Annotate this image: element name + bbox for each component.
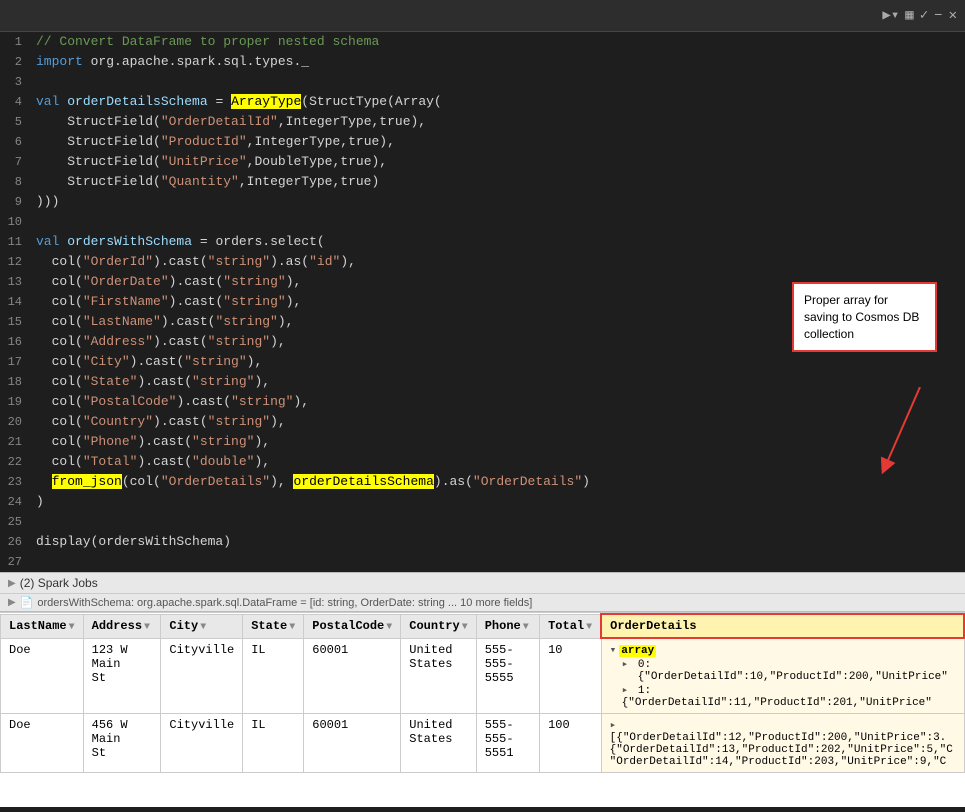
code-line-10: 10 xyxy=(0,212,965,232)
array-item-1[interactable]: ▸ 1: {"OrderDetailId":11,"ProductId":201… xyxy=(622,683,956,709)
col-header-address[interactable]: Address▼ xyxy=(83,614,161,638)
array-expand[interactable]: ▾array xyxy=(610,643,956,657)
code-editor: 1 // Convert DataFrame to proper nested … xyxy=(0,32,965,572)
code-line-24: 24 ) xyxy=(0,492,965,512)
cell-city: Cityville xyxy=(161,638,243,714)
code-line-1: 1 // Convert DataFrame to proper nested … xyxy=(0,32,965,52)
cell-postalcode: 60001 xyxy=(304,638,401,714)
file-icon: 📄 xyxy=(20,596,34,609)
cell-lastname: Doe xyxy=(1,638,84,714)
schema-bar: ▶ 📄 ordersWithSchema: org.apache.spark.s… xyxy=(0,594,965,612)
code-line-21: 21 col("Phone").cast("string"), xyxy=(0,432,965,452)
cell-country: UnitedStates xyxy=(401,714,476,773)
run-icon[interactable]: ▶▾ xyxy=(882,7,899,24)
cell-total: 10 xyxy=(540,638,602,714)
code-line-22: 22 col("Total").cast("double"), xyxy=(0,452,965,472)
code-line-5: 5 StructField("OrderDetailId",IntegerTyp… xyxy=(0,112,965,132)
annotation-arrow xyxy=(855,387,935,477)
col-header-state[interactable]: State▼ xyxy=(243,614,304,638)
code-line-9: 9 ))) xyxy=(0,192,965,212)
col-header-postalcode[interactable]: PostalCode▼ xyxy=(304,614,401,638)
expand-arrow[interactable]: ▶ xyxy=(8,578,16,589)
cell-city: Cityville xyxy=(161,714,243,773)
array-item-0[interactable]: ▸ 0: xyxy=(622,657,956,671)
expand-arrow-2[interactable]: ▶ xyxy=(8,597,16,608)
col-header-phone[interactable]: Phone▼ xyxy=(476,614,539,638)
code-line-3: 3 xyxy=(0,72,965,92)
cell-phone: 555-555-5551 xyxy=(476,714,539,773)
cell-phone: 555-555-5555 xyxy=(476,638,539,714)
minimize-icon[interactable]: − xyxy=(934,8,942,24)
editor-container: ▶▾ ▦ ✓ − ✕ 1 // Convert DataFrame to pro… xyxy=(0,0,965,812)
data-table: LastName▼ Address▼ City▼ State▼ PostalCo… xyxy=(0,613,965,773)
cell-state: IL xyxy=(243,638,304,714)
col-header-orderdetails[interactable]: OrderDetails xyxy=(601,614,964,638)
code-line-17: 17 col("City").cast("string"), xyxy=(0,352,965,372)
toolbar: ▶▾ ▦ ✓ − ✕ xyxy=(0,0,965,32)
code-line-8: 8 StructField("Quantity",IntegerType,tru… xyxy=(0,172,965,192)
code-line-6: 6 StructField("ProductId",IntegerType,tr… xyxy=(0,132,965,152)
col-header-country[interactable]: Country▼ xyxy=(401,614,476,638)
code-line-7: 7 StructField("UnitPrice",DoubleType,tru… xyxy=(0,152,965,172)
check-icon[interactable]: ✓ xyxy=(920,7,928,24)
col-header-total[interactable]: Total▼ xyxy=(540,614,602,638)
cell-lastname: Doe xyxy=(1,714,84,773)
cell-orderdetails[interactable]: ▾array ▸ 0: {"OrderDetailId":10,"Product… xyxy=(601,638,964,714)
table-row: Doe 456 W MainSt Cityville IL 60001 Unit… xyxy=(1,714,965,773)
spark-jobs-bar[interactable]: ▶ (2) Spark Jobs xyxy=(0,572,965,594)
cell-country: UnitedStates xyxy=(401,638,476,714)
chart-icon[interactable]: ▦ xyxy=(905,7,913,24)
code-line-27: 27 xyxy=(0,552,965,572)
code-line-2: 2 import org.apache.spark.sql.types._ xyxy=(0,52,965,72)
code-line-23: 23 from_json(col("OrderDetails"), orderD… xyxy=(0,472,965,492)
spark-jobs-label: (2) Spark Jobs xyxy=(20,576,98,590)
table-row: Doe 123 W MainSt Cityville IL 60001 Unit… xyxy=(1,638,965,714)
cell-state: IL xyxy=(243,714,304,773)
code-line-12: 12 col("OrderId").cast("string").as("id"… xyxy=(0,252,965,272)
cell-address: 456 W MainSt xyxy=(83,714,161,773)
data-table-container[interactable]: LastName▼ Address▼ City▼ State▼ PostalCo… xyxy=(0,612,965,807)
code-line-20: 20 col("Country").cast("string"), xyxy=(0,412,965,432)
cell-total: 100 xyxy=(540,714,602,773)
code-line-25: 25 xyxy=(0,512,965,532)
code-line-4: 4 val orderDetailsSchema = ArrayType(Str… xyxy=(0,92,965,112)
schema-text: ordersWithSchema: org.apache.spark.sql.D… xyxy=(37,597,532,609)
cell-orderdetails[interactable]: ▸ [{"OrderDetailId":12,"ProductId":200,"… xyxy=(601,714,964,773)
code-line-19: 19 col("PostalCode").cast("string"), xyxy=(0,392,965,412)
col-header-lastname[interactable]: LastName▼ xyxy=(1,614,84,638)
cell-postalcode: 60001 xyxy=(304,714,401,773)
code-line-18: 18 col("State").cast("string"), xyxy=(0,372,965,392)
annotation-text: Proper array for saving to Cosmos DB col… xyxy=(804,293,919,341)
col-header-city[interactable]: City▼ xyxy=(161,614,243,638)
code-line-26: 26 display(ordersWithSchema) xyxy=(0,532,965,552)
cell-address: 123 W MainSt xyxy=(83,638,161,714)
close-icon[interactable]: ✕ xyxy=(949,7,957,24)
expand-icon[interactable]: ▾ xyxy=(610,645,617,657)
code-line-11: 11 val ordersWithSchema = orders.select( xyxy=(0,232,965,252)
annotation-box: Proper array for saving to Cosmos DB col… xyxy=(792,282,937,352)
